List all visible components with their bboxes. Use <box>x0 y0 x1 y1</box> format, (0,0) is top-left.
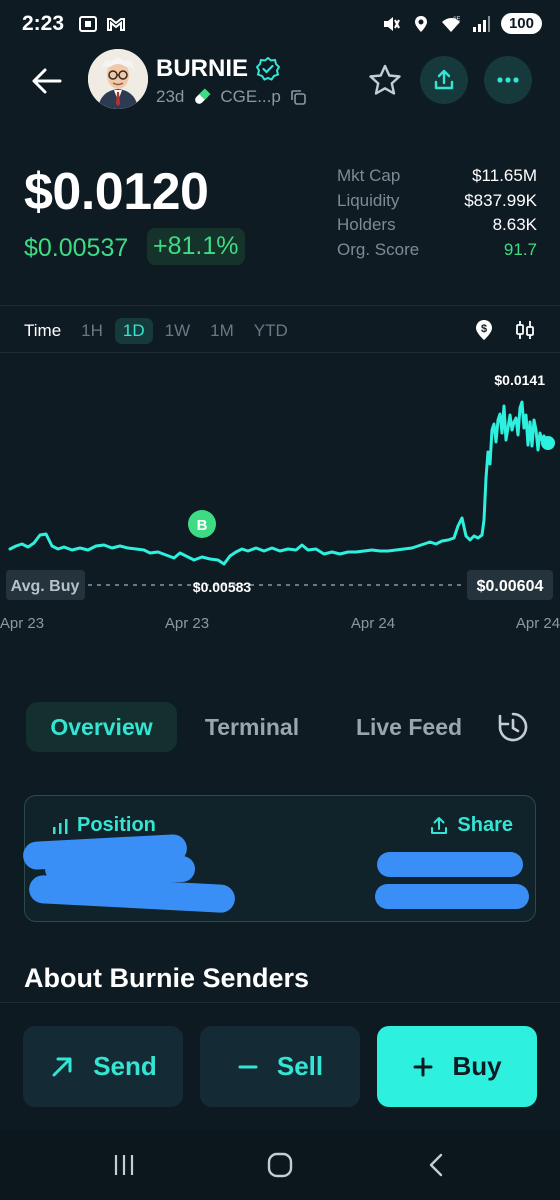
timeframe-1d[interactable]: 1D <box>114 318 153 344</box>
more-dots-icon <box>497 77 519 83</box>
chart-high-label: $0.0141 <box>494 372 545 388</box>
stat-label: Org. Score <box>337 239 420 259</box>
system-nav-bar <box>0 1130 560 1200</box>
price-line <box>8 400 550 566</box>
x-axis-label: Apr 24 <box>351 615 395 632</box>
stat-row-mkt-cap: Mkt Cap $11.65M <box>337 166 537 191</box>
position-card: Position Share <box>22 795 536 922</box>
timeframe-ytd[interactable]: YTD <box>254 321 288 341</box>
position-title: Position <box>77 814 156 836</box>
status-right-icons: 6E 100 <box>381 13 542 34</box>
avg-buy-value: $0.00583 <box>193 579 252 595</box>
current-price: $0.0120 <box>24 163 209 221</box>
stat-label: Mkt Cap <box>337 166 401 185</box>
x-axis-label: Apr 23 <box>0 615 44 632</box>
price-change-absolute: $0.00537 <box>24 234 129 262</box>
history-icon[interactable] <box>496 710 530 744</box>
status-bar: 2:23 6E 100 <box>0 0 560 52</box>
svg-text:6E: 6E <box>453 17 460 23</box>
token-stats: Mkt Cap $11.65M Liquidity $837.99K Holde… <box>337 166 537 264</box>
share-icon <box>434 69 454 90</box>
avg-buy-label: Avg. Buy <box>11 578 80 595</box>
stat-value: $837.99K <box>464 190 537 210</box>
timeframe-selector: Time 1H 1D 1W 1M YTD <box>24 318 288 344</box>
back-nav-icon[interactable] <box>423 1152 449 1178</box>
gmail-icon <box>107 18 125 31</box>
more-options-button[interactable] <box>484 56 532 104</box>
tab-live-feed[interactable]: Live Feed <box>348 702 470 752</box>
screenshot-icon <box>79 16 97 32</box>
favorite-star-icon[interactable] <box>365 61 405 101</box>
verified-badge-icon <box>256 57 280 81</box>
stat-label: Liquidity <box>337 190 400 210</box>
battery-indicator: 100 <box>500 13 542 34</box>
sell-label: Sell <box>276 1051 324 1081</box>
plus-icon <box>413 1057 433 1076</box>
stat-label: Holders <box>337 215 396 234</box>
send-label: Send <box>93 1051 157 1081</box>
stat-value: 91.7 <box>503 239 537 259</box>
candlestick-toggle-icon[interactable] <box>514 319 536 341</box>
position-header: Position <box>51 814 156 837</box>
buy-marker-label: B <box>197 517 208 534</box>
buy-button[interactable]: Buy <box>377 1026 537 1107</box>
position-share-label: Share <box>457 814 513 836</box>
detail-tabs: Overview Terminal Live Feed <box>26 702 536 752</box>
arrow-up-right-icon <box>52 1057 72 1076</box>
redaction-mark <box>377 852 523 877</box>
timeframe-1h[interactable]: 1H <box>81 321 103 341</box>
token-avatar <box>88 49 148 109</box>
bar-chart-icon <box>53 818 68 834</box>
tab-terminal[interactable]: Terminal <box>194 702 310 752</box>
current-value-label: $0.00604 <box>477 578 544 595</box>
divider <box>0 305 560 306</box>
stat-value: $11.65M <box>472 166 537 185</box>
timeframe-label: Time <box>24 321 62 340</box>
stat-row-org-score: Org. Score 91.7 <box>337 240 537 265</box>
token-age: 23d <box>156 87 185 106</box>
redaction-mark <box>375 884 529 909</box>
mute-icon <box>383 16 400 31</box>
share-icon <box>431 816 448 834</box>
price-change-percent: +81.1% <box>147 228 245 265</box>
sell-button[interactable]: Sell <box>200 1026 360 1107</box>
token-address[interactable]: CGE...p <box>220 87 280 107</box>
current-price-dot <box>541 436 555 450</box>
status-time: 2:23 <box>22 12 65 35</box>
divider <box>0 352 560 353</box>
stat-row-liquidity: Liquidity $837.99K <box>337 191 537 216</box>
minus-icon <box>238 1065 258 1068</box>
stat-value: 8.63K <box>492 215 537 234</box>
pill-icon <box>195 88 211 104</box>
timeframe-1w[interactable]: 1W <box>165 321 191 341</box>
signal-icon <box>472 15 490 32</box>
timeframe-1m[interactable]: 1M <box>210 321 234 341</box>
send-button[interactable]: Send <box>23 1026 183 1107</box>
share-button[interactable] <box>420 56 468 104</box>
dollar-toggle-icon[interactable]: $ <box>473 319 495 341</box>
location-icon <box>414 15 427 32</box>
price-chart[interactable]: $0.0141 Avg. Buy $0.00583 $0.00604 B Apr… <box>0 360 560 650</box>
trade-action-bar: Send Sell Buy <box>0 1002 560 1130</box>
tab-overview[interactable]: Overview <box>26 702 177 752</box>
stat-row-holders: Holders 8.63K <box>337 215 537 240</box>
redaction-mark <box>28 874 236 914</box>
about-title: About Burnie Senders <box>24 963 310 993</box>
wifi-icon: 6E <box>441 17 460 32</box>
copy-icon[interactable] <box>289 88 307 106</box>
back-arrow-icon[interactable] <box>30 66 64 96</box>
status-left-icons <box>78 14 126 34</box>
buy-label: Buy <box>452 1051 502 1081</box>
token-name: BURNIE <box>156 55 249 82</box>
x-axis-label: Apr 23 <box>165 615 209 632</box>
position-share-button[interactable]: Share <box>429 814 513 837</box>
recent-apps-icon[interactable] <box>111 1152 137 1178</box>
token-meta: 23d CGE...p <box>156 87 307 107</box>
svg-text:$: $ <box>481 323 487 335</box>
x-axis-label: Apr 24 <box>516 615 560 632</box>
home-icon[interactable] <box>267 1152 293 1178</box>
